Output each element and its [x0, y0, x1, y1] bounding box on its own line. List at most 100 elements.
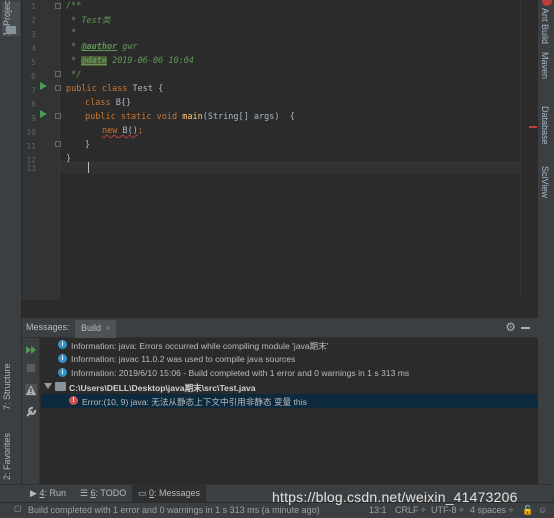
right-tool-strip: Ant Build Maven Database SciView	[538, 0, 554, 502]
fold-icon[interactable]	[55, 71, 61, 77]
event-log-icon[interactable]: ☺	[538, 505, 547, 515]
list-item[interactable]: i Information: 2019/6/10 15:06 - Build c…	[41, 366, 538, 380]
favorites-tab-label: 2: Favorites	[2, 432, 12, 480]
keyword: public class	[66, 84, 128, 94]
fold-icon[interactable]	[55, 3, 61, 9]
line-number: 13	[26, 164, 36, 173]
semicolon: ;	[137, 126, 143, 136]
stop-icon[interactable]	[25, 362, 37, 374]
code-text: Test {	[127, 84, 164, 94]
code-line-9: public static void main(String[] args) {	[85, 112, 295, 125]
status-message[interactable]: Build completed with 1 error and 0 warni…	[28, 505, 320, 515]
line-number: 11	[26, 142, 36, 151]
keyword: public static void	[85, 112, 178, 122]
minimize-icon[interactable]	[521, 327, 530, 329]
cursor-position[interactable]: 13:1	[369, 505, 387, 515]
toggle-tool-windows-icon[interactable]: ▢	[14, 504, 22, 513]
message-text: Information: java: Errors occurred while…	[71, 341, 329, 351]
sciview-tab[interactable]: SciView	[540, 166, 550, 198]
code-text: B()	[117, 126, 138, 136]
info-icon: i	[58, 354, 67, 363]
text-caret	[88, 162, 89, 173]
list-item[interactable]: C:\Users\DELL\Desktop\java期末\src\Test.ja…	[41, 380, 538, 394]
indent-setting[interactable]: 4 spaces ÷	[470, 505, 513, 515]
comment-prefix: *	[66, 16, 82, 26]
maven-tab[interactable]: Maven	[540, 52, 550, 79]
structure-tool-tab[interactable]: 7: Structure	[2, 350, 20, 410]
message-text: Information: javac 11.0.2 was used to co…	[71, 354, 296, 364]
file-path: C:\Users\DELL\Desktop\java期末\src\Test.ja…	[69, 383, 256, 393]
error-marker[interactable]	[529, 126, 537, 128]
code-line-3: *	[66, 28, 77, 38]
line-number: 6	[31, 72, 36, 81]
build-tab[interactable]: Build ×	[75, 320, 117, 338]
fold-icon[interactable]	[55, 141, 61, 147]
line-number: 5	[31, 58, 36, 67]
line-number: 3	[31, 30, 36, 39]
build-tab-label: Build	[81, 323, 102, 333]
code-text: {}	[120, 98, 132, 108]
messages-tab-label: : Messages	[154, 488, 201, 498]
code-line-6: */	[66, 70, 82, 80]
todo-tab-label: : TODO	[95, 488, 127, 498]
error-icon: !	[69, 396, 78, 405]
info-icon: i	[58, 340, 67, 349]
messages-tab[interactable]: ▭ 0: Messages	[132, 485, 207, 503]
editor-gutter: 1 2 3 4 5 6 7 8 9 10 11 12 13	[22, 0, 61, 300]
class-name: B	[110, 98, 121, 108]
current-line-highlight	[60, 161, 538, 174]
line-number: 8	[31, 100, 36, 109]
comment-text: Test类	[81, 16, 111, 26]
collapse-icon[interactable]	[44, 383, 52, 389]
lock-icon[interactable]: 🔓	[522, 505, 533, 516]
close-icon[interactable]: ×	[105, 323, 110, 333]
line-separator[interactable]: CRLF ÷	[395, 505, 426, 515]
line-number: 1	[31, 2, 36, 11]
tool-window-title: Messages:	[26, 322, 70, 332]
todo-tab[interactable]: ☰ 6: TODO	[80, 488, 126, 499]
info-icon: i	[58, 368, 67, 377]
line-number: 9	[31, 114, 36, 123]
message-list[interactable]: i Information: java: Errors occurred whi…	[41, 338, 538, 484]
database-tab[interactable]: Database	[540, 106, 550, 145]
list-item[interactable]: ! Error:(10, 9) java: 无法从静态上下文中引用非静态 变量 …	[41, 394, 538, 408]
folder-icon	[6, 26, 16, 34]
ant-build-tab[interactable]: Ant Build	[540, 8, 550, 44]
line-number: 2	[31, 16, 36, 25]
watermark: https://blog.csdn.net/weixin_41473206	[272, 489, 518, 505]
error-stripe[interactable]	[520, 0, 538, 300]
javadoc-tag: @date	[81, 56, 107, 66]
gear-icon[interactable]: ⚙	[505, 320, 516, 334]
tool-window-header: Messages: Build × ⚙	[22, 318, 538, 338]
line-number: 4	[31, 44, 36, 53]
favorites-tool-tab[interactable]: 2: Favorites	[2, 424, 20, 480]
rerun-icon[interactable]	[25, 344, 37, 356]
fold-icon[interactable]	[55, 85, 61, 91]
fold-icon[interactable]	[55, 113, 61, 119]
run-main-icon[interactable]	[40, 110, 47, 118]
file-encoding[interactable]: UTF-8 ÷	[431, 505, 464, 515]
list-item[interactable]: i Information: java: Errors occurred whi…	[41, 338, 538, 352]
comment-prefix: *	[66, 56, 82, 66]
code-line-4: * @author gwr	[66, 42, 138, 55]
message-text: Information: 2019/6/10 15:06 - Build com…	[71, 368, 410, 378]
structure-tab-label: 7: Structure	[2, 363, 12, 410]
code-line-8: class B{}	[85, 98, 131, 111]
left-tool-strip: 1: Project 7: Structure 2: Favorites	[0, 0, 22, 502]
code-line-12: }	[66, 154, 72, 164]
keyword: new	[102, 126, 118, 136]
warning-filter-icon[interactable]	[25, 384, 37, 396]
code-line-2: * Test类	[66, 14, 110, 27]
comment-prefix: *	[66, 42, 82, 52]
message-text: Error:(10, 9) java: 无法从静态上下文中引用非静态 变量 th…	[82, 397, 307, 407]
run-class-icon[interactable]	[40, 82, 47, 90]
code-line-1: /**	[66, 1, 82, 11]
error-indicator-icon[interactable]	[542, 0, 552, 6]
wrench-icon[interactable]	[25, 406, 37, 418]
run-tab[interactable]: ▶ 4: Run	[30, 488, 66, 499]
java-file-icon	[55, 382, 66, 391]
run-tab-label: : Run	[44, 488, 66, 498]
code-editor[interactable]: 1 2 3 4 5 6 7 8 9 10 11 12 13 /** * Test…	[22, 0, 538, 300]
tool-window-side-toolbar	[22, 338, 40, 484]
list-item[interactable]: i Information: javac 11.0.2 was used to …	[41, 352, 538, 366]
